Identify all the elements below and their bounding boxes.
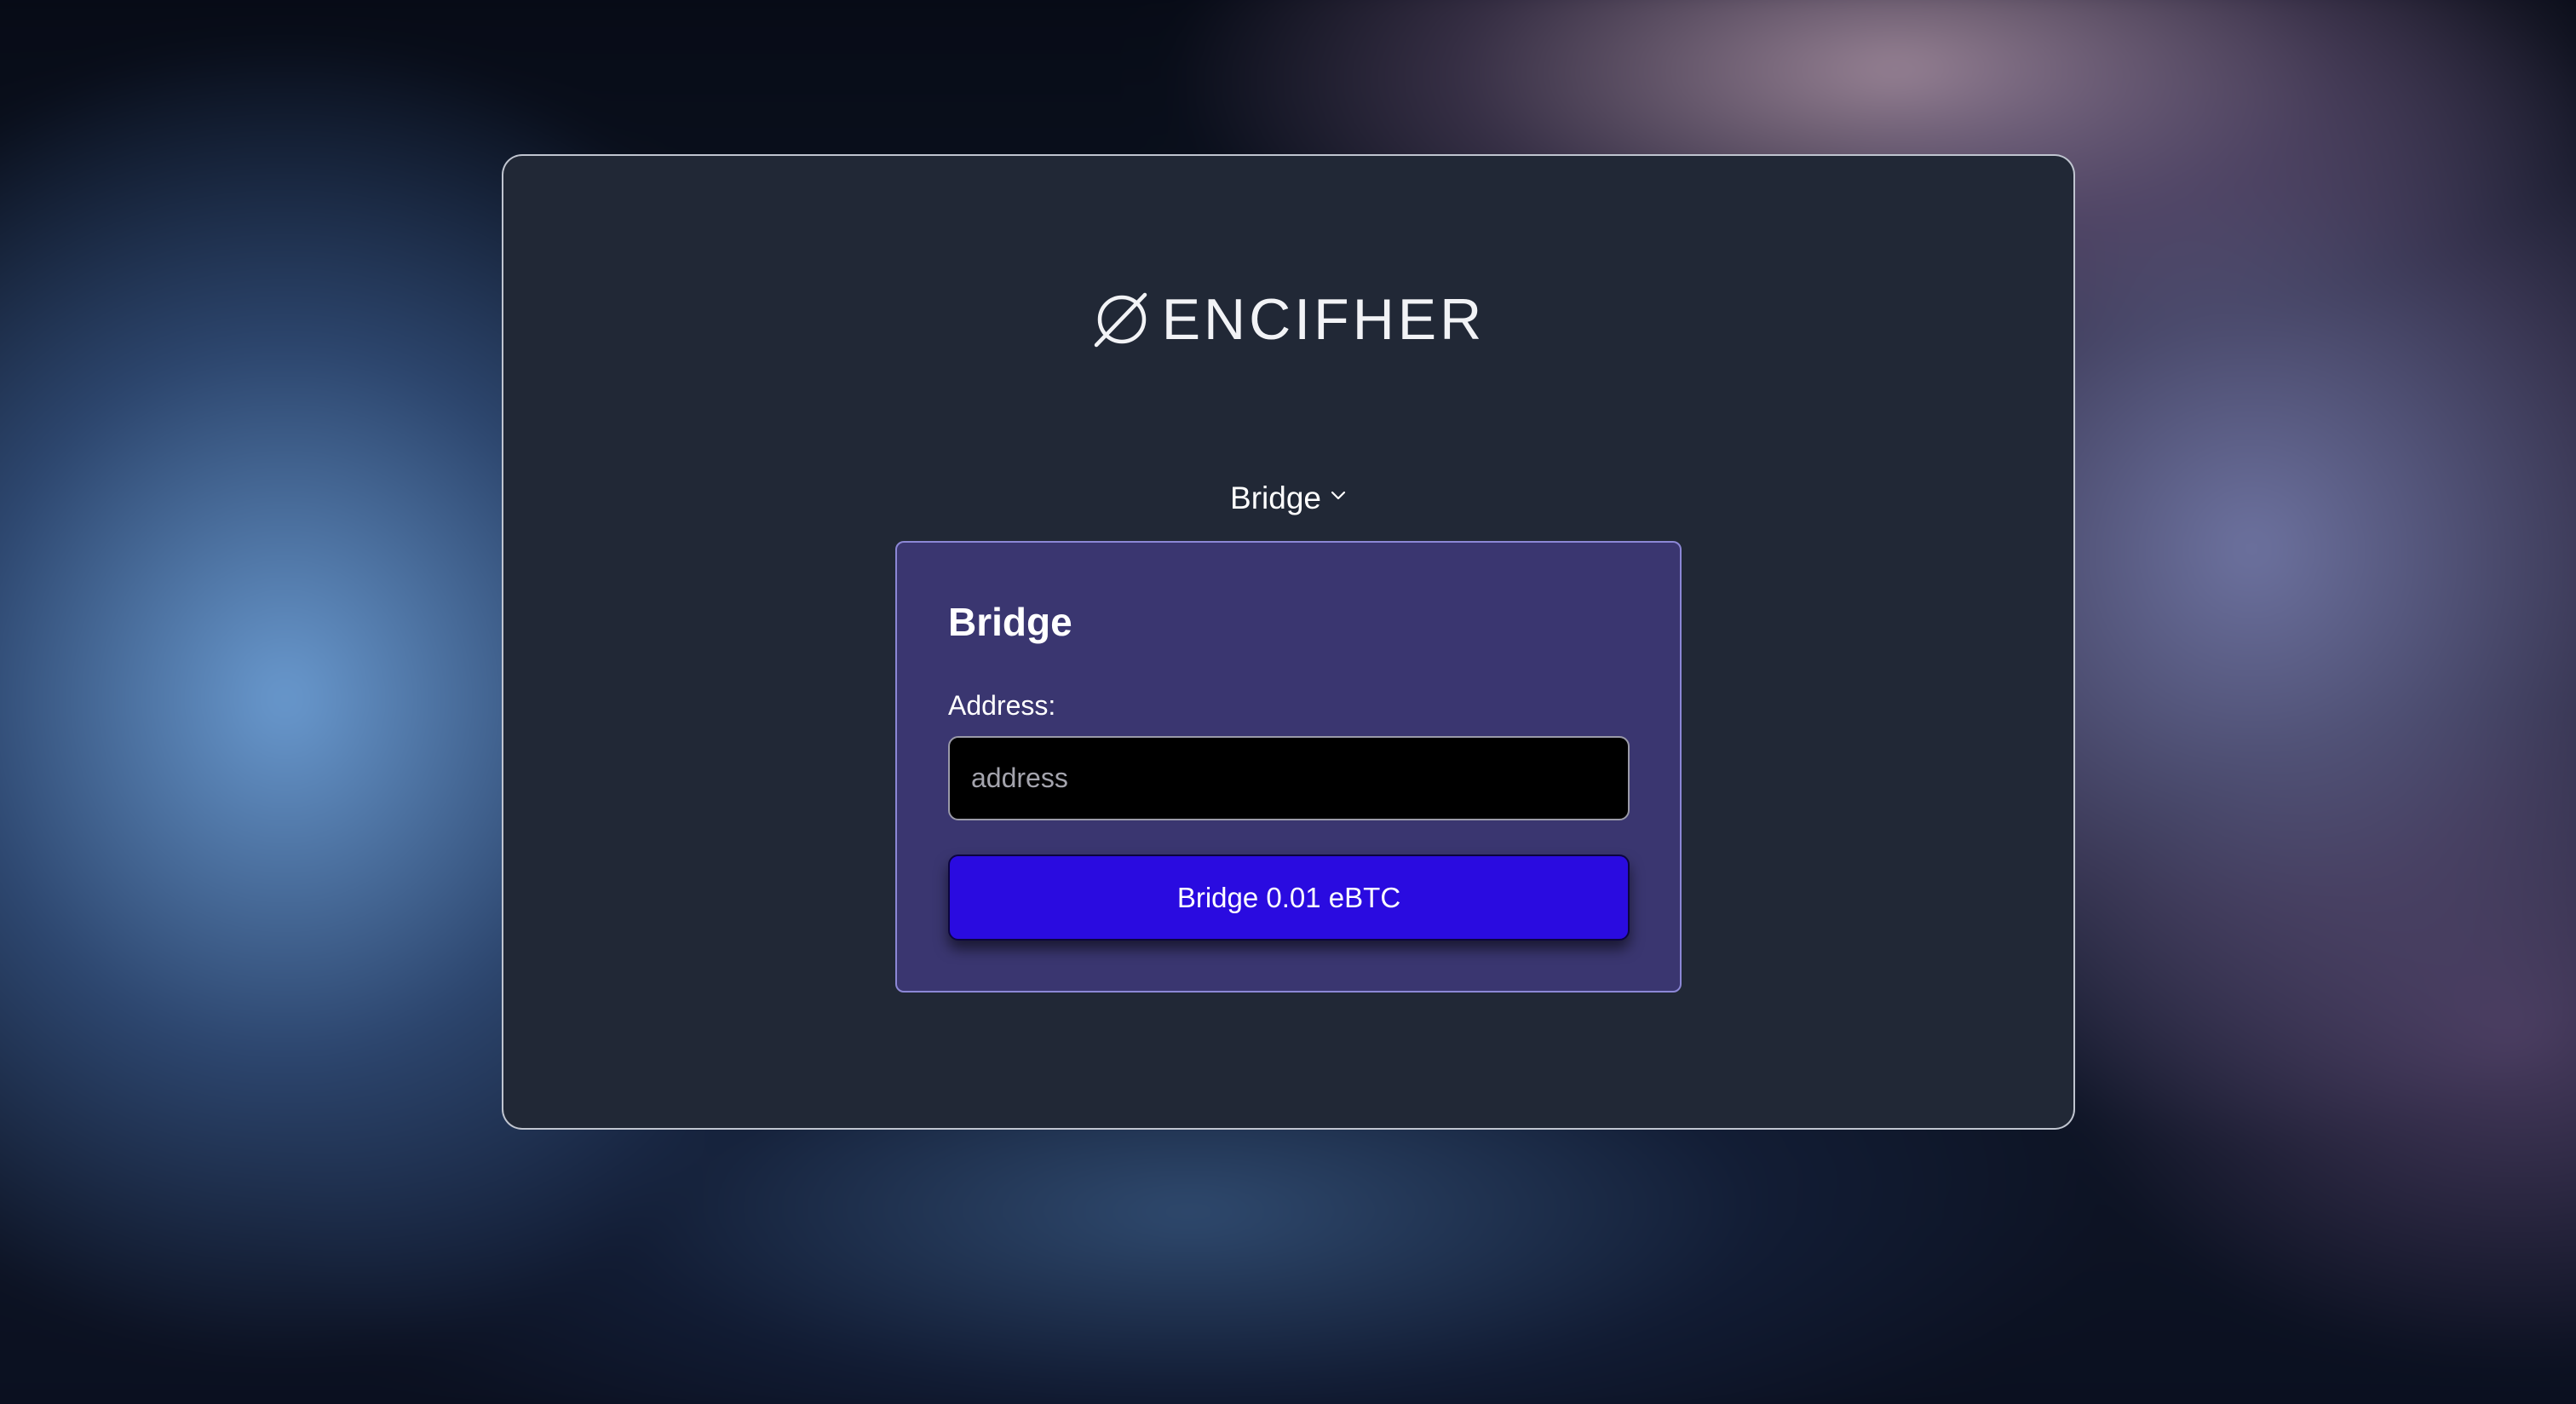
address-label: Address: bbox=[948, 690, 1056, 721]
address-input[interactable] bbox=[948, 736, 1630, 820]
mode-dropdown[interactable]: Bridge bbox=[503, 482, 2073, 514]
chevron-down-icon bbox=[1330, 490, 1347, 506]
main-card: ENCIFHER Bridge Bridge Address: Bridge 0… bbox=[502, 154, 2075, 1130]
bridge-panel-title: Bridge bbox=[948, 600, 1072, 644]
brand-name: ENCIFHER bbox=[1161, 287, 1486, 352]
brand-logo: ENCIFHER bbox=[503, 291, 2073, 348]
bridge-submit-button[interactable]: Bridge 0.01 eBTC bbox=[948, 854, 1630, 941]
slashed-circle-logo-icon bbox=[1092, 291, 1150, 348]
bridge-panel: Bridge Address: Bridge 0.01 eBTC bbox=[895, 541, 1682, 993]
mode-dropdown-label: Bridge bbox=[1230, 480, 1321, 515]
